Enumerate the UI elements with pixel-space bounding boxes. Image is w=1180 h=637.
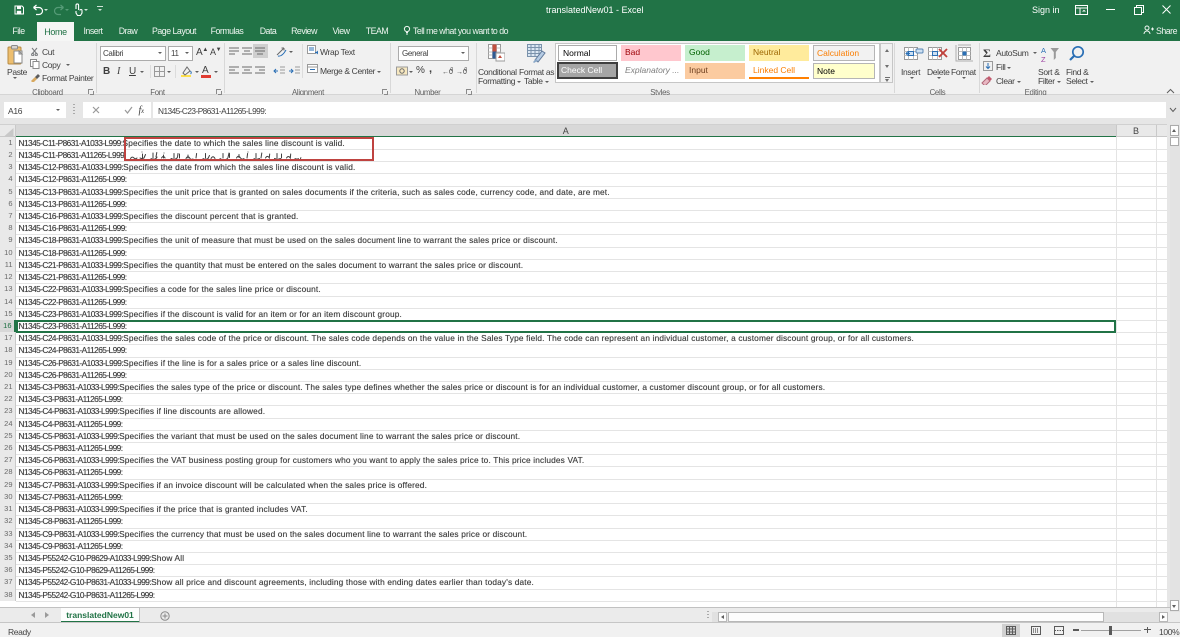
svg-text:.0: .0	[463, 67, 467, 73]
svg-text:Z: Z	[1041, 55, 1046, 64]
svg-text:.0: .0	[449, 67, 453, 73]
svg-text:A: A	[1041, 46, 1046, 55]
